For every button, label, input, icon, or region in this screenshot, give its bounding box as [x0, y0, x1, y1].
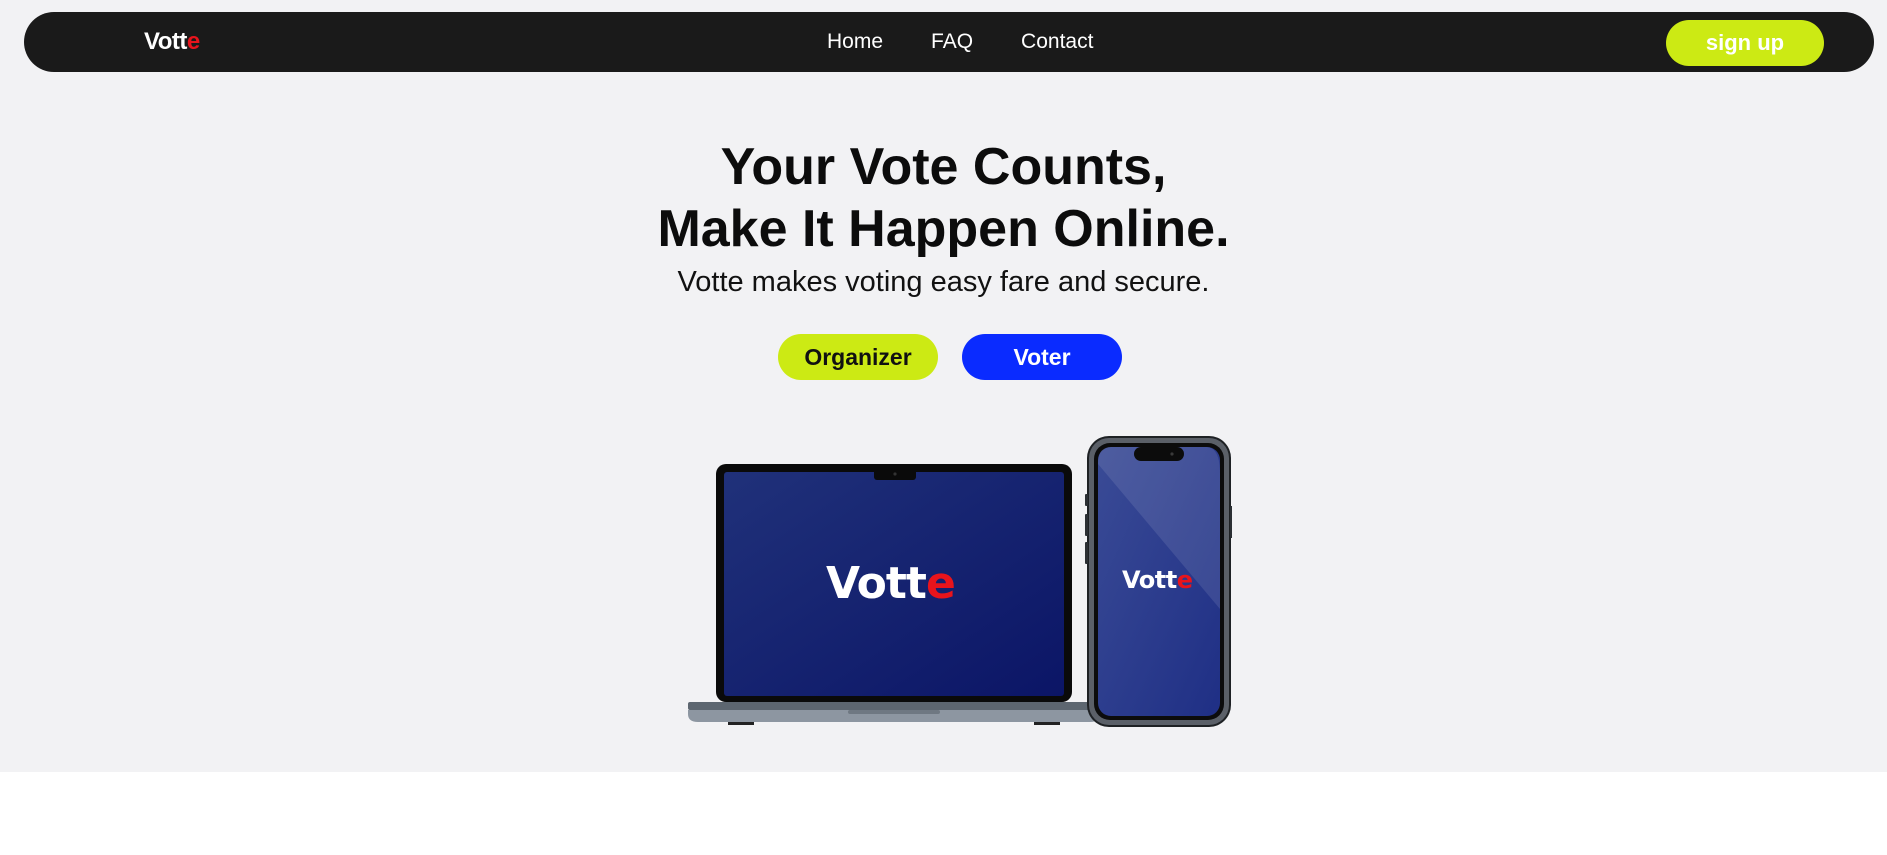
nav-links: Home FAQ Contact — [827, 30, 1093, 54]
navbar: Votte Home FAQ Contact sign up — [24, 12, 1874, 72]
laptop-logo-main: Vott — [826, 558, 927, 609]
hero-subtitle: Votte makes voting easy fare and secure. — [677, 266, 1210, 298]
brand-logo-main: Vott — [144, 28, 187, 55]
hero-section: Votte Home FAQ Contact sign up Your Vote… — [0, 0, 1887, 772]
voter-button[interactable]: Voter — [962, 334, 1122, 380]
nav-link-contact[interactable]: Contact — [1021, 30, 1093, 54]
hero-headline-line2: Make It Happen Online. — [657, 200, 1230, 258]
devices-illustration: Votte Votte — [686, 434, 1233, 729]
brand-logo[interactable]: Votte — [144, 28, 200, 56]
hero-headline-line1: Your Vote Counts, — [720, 138, 1167, 196]
phone-logo-accent: e — [1176, 566, 1193, 594]
hero-headline: Your Vote Counts, Make It Happen Online. — [0, 136, 1887, 260]
signup-button[interactable]: sign up — [1666, 20, 1824, 66]
phone-screen-logo: Votte — [1122, 566, 1193, 594]
nav-link-home[interactable]: Home — [827, 30, 883, 54]
laptop-logo-accent: e — [925, 558, 956, 609]
brand-logo-accent: e — [186, 28, 200, 55]
laptop-screen-logo: Votte — [826, 558, 956, 609]
organizer-button[interactable]: Organizer — [778, 334, 938, 380]
nav-link-faq[interactable]: FAQ — [931, 30, 973, 54]
phone-logo-main: Vott — [1122, 566, 1177, 594]
cta-row: Organizer Voter — [778, 334, 1122, 380]
